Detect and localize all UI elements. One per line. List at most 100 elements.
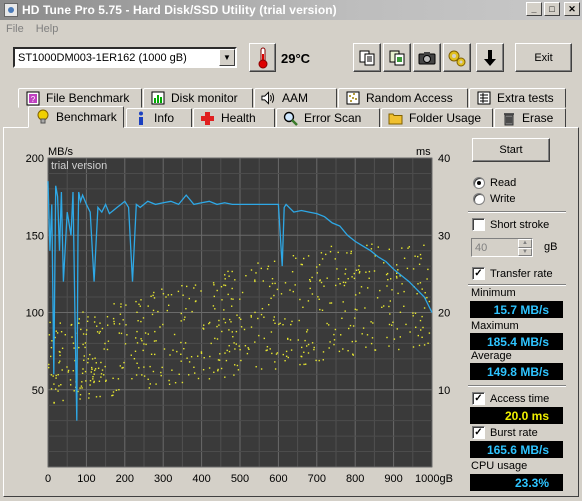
y-right-tick-label: 20 [438, 308, 450, 320]
access-time-point [359, 271, 361, 273]
access-time-point [427, 342, 429, 344]
access-time-point [78, 346, 80, 349]
write-radio[interactable]: Write [473, 193, 515, 205]
access-time-point [224, 278, 226, 280]
access-time-point [203, 324, 205, 326]
short-stroke-spinner[interactable]: 40 ▲ ▼ [471, 238, 533, 257]
access-time-point [126, 334, 128, 336]
access-time-point [61, 347, 64, 349]
access-time-point [306, 331, 308, 333]
access-time-point [200, 352, 203, 354]
access-time-point [318, 264, 321, 266]
access-time-point [234, 364, 236, 366]
access-time-point [120, 306, 122, 308]
access-time-point [250, 326, 253, 328]
access-time-point [290, 323, 292, 326]
access-time-point [263, 316, 265, 318]
access-time-point [84, 370, 87, 373]
access-time-point [303, 257, 305, 260]
access-time-point [299, 363, 301, 366]
access-time-point [80, 385, 83, 387]
access-time-point [254, 311, 256, 314]
access-time-point [266, 349, 268, 351]
access-time-point [300, 263, 302, 266]
access-time-point [86, 320, 89, 322]
access-time-point [181, 285, 183, 287]
access-time-point [160, 374, 162, 377]
access-time-point [414, 312, 417, 314]
access-time-point [344, 281, 347, 284]
access-time-point [86, 329, 88, 331]
access-time-point [217, 368, 219, 371]
access-time-point [162, 323, 164, 326]
access-time-point [419, 282, 422, 284]
access-time-point [254, 280, 256, 283]
access-time-point [224, 274, 226, 276]
spin-down-icon[interactable]: ▼ [518, 247, 532, 256]
access-time-point [271, 352, 273, 355]
access-time-point [392, 321, 394, 323]
access-time-point [142, 317, 145, 319]
access-time-point [231, 287, 233, 290]
access-time-point [231, 305, 233, 307]
access-time-point [326, 322, 328, 325]
access-time-point [270, 331, 273, 333]
access-time-point [388, 305, 390, 308]
read-radio[interactable]: Read [473, 177, 516, 189]
access-time-point [106, 316, 109, 318]
access-time-point [248, 348, 250, 350]
access-time-point [85, 333, 87, 335]
access-time-point [389, 300, 391, 302]
access-time-point [284, 360, 286, 362]
access-time-point [123, 361, 125, 364]
access-time-point [419, 319, 422, 322]
start-button[interactable]: Start [472, 138, 550, 162]
access-time-point [167, 294, 169, 296]
access-time-point [358, 292, 361, 294]
access-time-point [405, 323, 407, 326]
access-time-point [243, 328, 246, 331]
access-time-point [234, 348, 236, 350]
transfer-rate-checkbox[interactable]: ✓ Transfer rate [472, 267, 553, 280]
access-time-point [279, 322, 281, 324]
y-right-unit: ms [416, 146, 431, 158]
access-time-point [140, 338, 142, 340]
access-time-point [240, 318, 242, 320]
access-time-point [162, 293, 165, 295]
access-time-point [134, 350, 137, 352]
access-time-point [83, 359, 85, 361]
access-time-point [221, 299, 223, 301]
short-stroke-checkbox[interactable]: Short stroke [472, 218, 549, 231]
access-time-point [112, 317, 115, 320]
access-time-point [342, 348, 344, 350]
access-time-point [245, 275, 247, 277]
access-time-point [318, 359, 320, 362]
access-time-point [333, 339, 336, 341]
access-time-point [136, 330, 138, 333]
y-left-tick-label: 200 [26, 153, 44, 165]
access-time-point [104, 365, 106, 368]
access-time-point [379, 289, 381, 292]
spin-up-icon[interactable]: ▲ [518, 239, 532, 248]
access-time-point [365, 271, 367, 273]
access-time-point [417, 334, 419, 337]
access-time-label: Access time [490, 392, 550, 405]
x-tick-label: 500 [231, 473, 249, 485]
access-time-point [90, 371, 92, 373]
burst-rate-checkbox[interactable]: ✓ Burst rate [472, 426, 538, 439]
access-time-point [221, 330, 223, 333]
access-time-point [59, 360, 61, 362]
tab-benchmark[interactable]: Benchmark [28, 106, 124, 128]
access-time-point [120, 332, 123, 335]
access-time-point [121, 367, 123, 369]
access-time-point [231, 270, 233, 273]
access-time-point [352, 325, 355, 327]
access-time-point [289, 339, 292, 341]
access-time-point [194, 300, 197, 303]
access-time-point [276, 352, 279, 354]
access-time-point [289, 289, 291, 291]
access-time-point [322, 359, 324, 361]
access-time-checkbox[interactable]: ✓ Access time [472, 392, 549, 405]
access-time-point [118, 389, 120, 391]
access-time-point [89, 380, 92, 382]
